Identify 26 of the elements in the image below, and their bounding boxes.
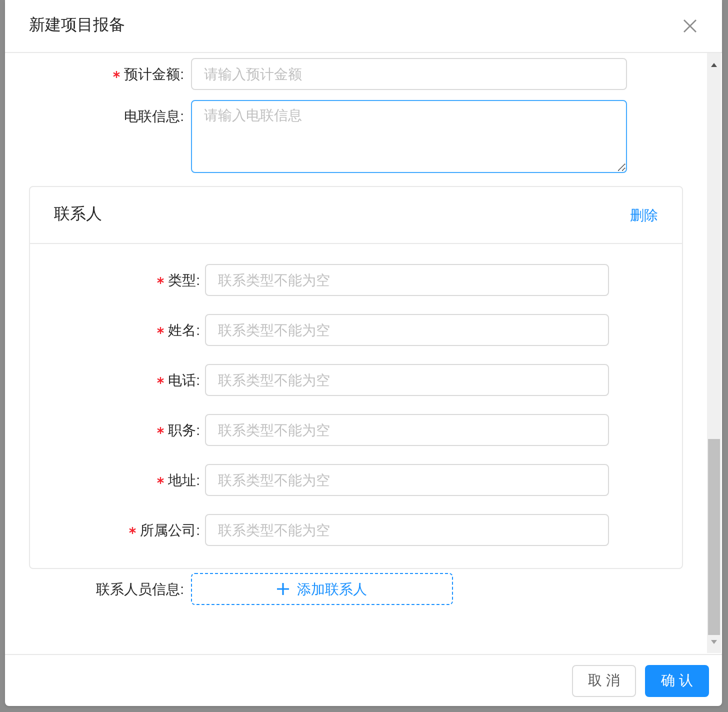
dialog-title: 新建项目报备 <box>29 16 125 36</box>
input-field[interactable]: 联系类型不能为空 <box>205 314 609 346</box>
field-label: 电联信息: <box>124 106 184 126</box>
input-field[interactable]: 联系类型不能为空 <box>205 364 609 396</box>
field-label: 类型: <box>168 270 200 290</box>
field-label: 所属公司: <box>140 520 200 540</box>
input-field[interactable]: 请输入预计金额 <box>191 58 627 90</box>
scrollbar[interactable] <box>707 53 721 653</box>
add-contact-button[interactable]: 添加联系人 <box>191 573 453 605</box>
text-area[interactable]: 请输入电联信息 <box>191 100 627 173</box>
field-label: 联系人员信息: <box>96 580 184 598</box>
confirm-button[interactable]: 确 认 <box>645 664 709 696</box>
card-title: 联系人 <box>54 204 102 225</box>
field-label: 姓名: <box>168 320 200 340</box>
field-label: 预计金额: <box>124 64 184 84</box>
plus-icon <box>277 583 289 595</box>
input-field[interactable]: 联系类型不能为空 <box>205 464 609 496</box>
field-label: 地址: <box>168 470 200 490</box>
input-field[interactable]: 联系类型不能为空 <box>205 414 609 446</box>
delete-link[interactable]: 删除 <box>630 204 658 226</box>
cancel-button[interactable]: 取 消 <box>572 664 636 696</box>
input-field[interactable]: 联系类型不能为空 <box>205 514 609 546</box>
input-field[interactable]: 联系类型不能为空 <box>205 264 609 296</box>
field-label: 职务: <box>168 420 200 440</box>
close-icon[interactable] <box>682 18 698 34</box>
field-label: 电话: <box>168 370 200 390</box>
